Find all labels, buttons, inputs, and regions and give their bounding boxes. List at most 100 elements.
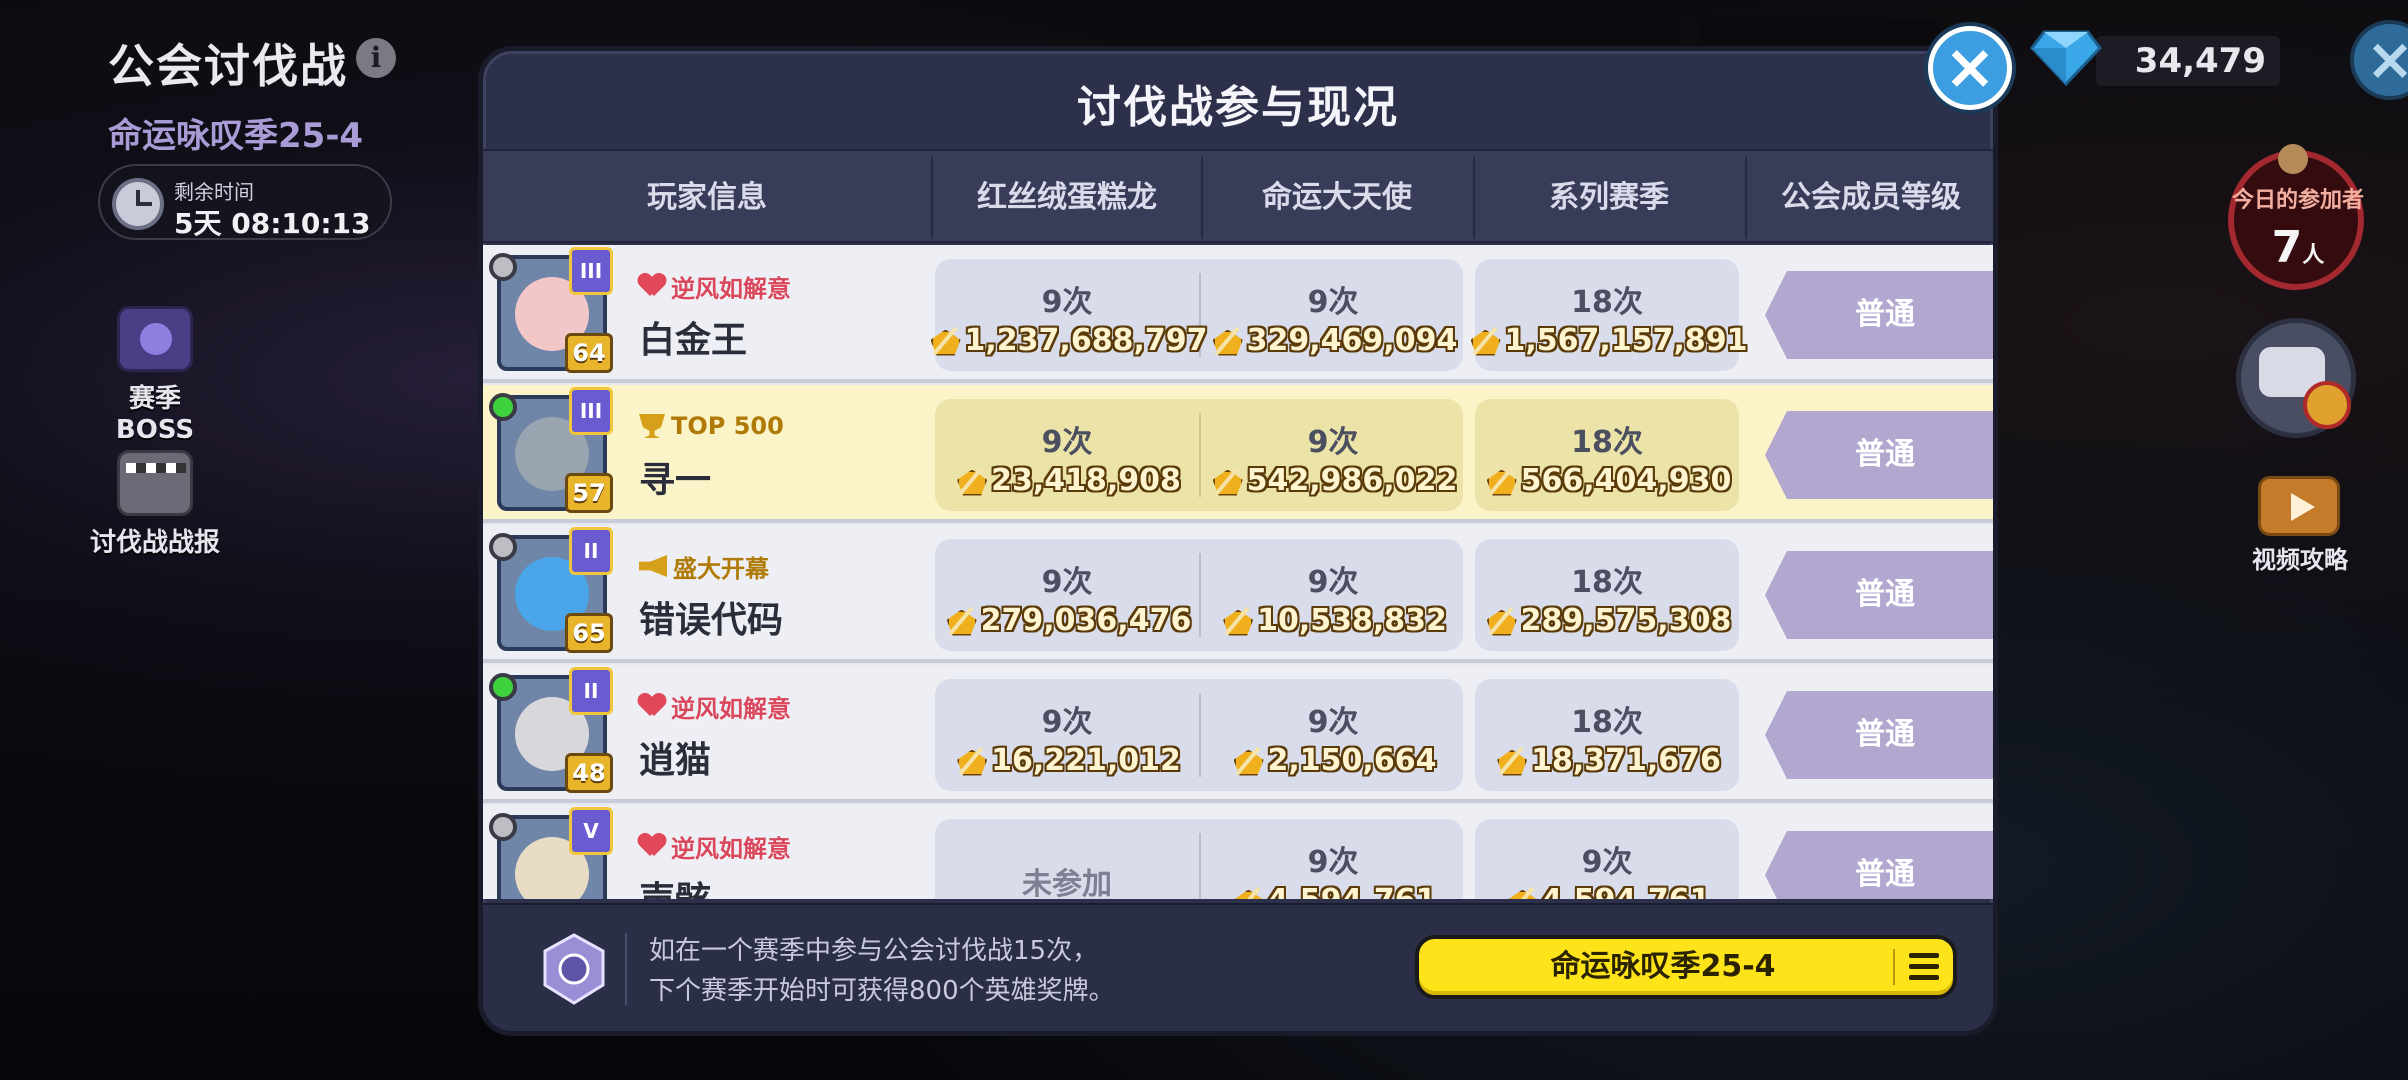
season-select-button[interactable]: 命运咏叹季25-4: [1415, 935, 1957, 999]
level-badge: 65: [565, 613, 613, 653]
member-grade-label: 普通: [1855, 857, 1915, 892]
player-name: 逍猫: [639, 740, 712, 781]
boss-1-stat: 9次 16,221,012: [935, 679, 1199, 791]
attempt-count: 18次: [1571, 285, 1643, 320]
table-row[interactable]: V 逆风如解意 声骸 未参加 9次 4,594,761 9次 4,594,761…: [483, 805, 1993, 899]
table-row[interactable]: III 64 逆风如解意 白金王 9次 1,237,688,797 9次 329…: [483, 245, 1993, 383]
attempt-count: 9次: [1307, 565, 1359, 600]
damage-icon: [1230, 744, 1264, 778]
today-participants-label: 今日的参加者: [2231, 188, 2364, 213]
player-name: 寻一: [639, 460, 712, 501]
panel-footer: 如在一个赛季中参与公会讨伐战15次， 下个赛季开始时可获得800个英雄奖牌。 命…: [483, 903, 1993, 1031]
season-button-divider: [1893, 949, 1895, 985]
boss-1-stat: 未参加: [935, 819, 1199, 899]
damage-value: 2,150,664: [1201, 743, 1465, 778]
member-grade-tag[interactable]: 普通: [1765, 691, 1993, 779]
horn-icon: [639, 555, 667, 577]
season-boss-label: 赛季BOSS: [115, 384, 195, 445]
boss-2-stat: 9次 2,150,664: [1201, 679, 1465, 791]
member-grade-tag[interactable]: 普通: [1765, 411, 1993, 499]
player-name: 白金王: [639, 320, 748, 361]
heart-icon: [639, 274, 665, 298]
damage-value: 1,237,688,797: [935, 323, 1208, 358]
online-status-dot: [489, 533, 517, 561]
attempt-count: 18次: [1571, 565, 1643, 600]
player-title-tag: 逆风如解意: [639, 691, 791, 723]
boss-2-stat: 9次 10,538,832: [1201, 539, 1465, 651]
online-status-dot: [489, 673, 517, 701]
damage-icon: [1467, 324, 1501, 358]
attempt-count: 9次: [1307, 425, 1359, 460]
menu-icon: [1909, 953, 1939, 981]
member-grade-label: 普通: [1855, 437, 1915, 472]
player-title-tag: 逆风如解意: [639, 271, 791, 303]
table-row[interactable]: II 48 逆风如解意 逍猫 9次 16,221,012 9次 2,150,66…: [483, 665, 1993, 803]
boss-icon: [117, 306, 193, 372]
member-grade-label: 普通: [1855, 297, 1915, 332]
damage-value: 18,371,676: [1475, 743, 1739, 778]
member-grade-label: 普通: [1855, 577, 1915, 612]
damage-value: 4,594,761: [1201, 883, 1465, 899]
damage-icon: [1483, 604, 1517, 638]
attempt-count: 9次: [1041, 705, 1093, 740]
participation-panel: 讨伐战参与现况 玩家信息 红丝绒蛋糕龙 命运大天使 系列赛季 公会成员等级 II…: [478, 46, 1998, 1036]
table-row[interactable]: III 57 TOP 500 寻一 9次 23,418,908 9次 542,9…: [483, 385, 1993, 523]
rank-badge: II: [569, 527, 613, 575]
rank-badge: III: [569, 387, 613, 435]
season-stat: 18次 289,575,308: [1475, 539, 1739, 651]
footer-divider: [625, 933, 627, 1005]
boss-1-stat: 9次 279,036,476: [935, 539, 1199, 651]
season-stat: 18次 566,404,930: [1475, 399, 1739, 511]
damage-value: 542,986,022: [1201, 463, 1465, 498]
member-grade-tag[interactable]: 普通: [1765, 271, 1993, 359]
remaining-time-box: 剩余时间 5天 08:10:13: [98, 164, 392, 240]
panel-title: 讨伐战参与现况: [1077, 82, 1399, 133]
damage-icon: [953, 464, 987, 498]
season-stat: 18次 1,567,157,891: [1475, 259, 1748, 371]
close-panel-button[interactable]: ×: [1928, 26, 2012, 110]
member-grade-tag[interactable]: 普通: [1765, 831, 1993, 899]
damage-value: 1,567,157,891: [1475, 323, 1748, 358]
boss-2-stat: 9次 4,594,761: [1201, 819, 1465, 899]
level-badge: 48: [565, 753, 613, 793]
damage-icon: [927, 324, 961, 358]
member-list[interactable]: III 64 逆风如解意 白金王 9次 1,237,688,797 9次 329…: [483, 245, 1993, 899]
online-status-dot: [489, 253, 517, 281]
video-play-icon[interactable]: [2258, 476, 2340, 536]
damage-icon: [1209, 324, 1243, 358]
footer-reward-text: 如在一个赛季中参与公会讨伐战15次， 下个赛季开始时可获得800个英雄奖牌。: [649, 931, 1115, 1011]
col-member-grade: 公会成员等级: [1781, 180, 1961, 215]
level-badge: 57: [565, 473, 613, 513]
season-subtitle: 命运咏叹季25-4: [108, 116, 364, 156]
hero-medal-icon: [543, 933, 605, 1005]
timer-label: 剩余时间: [174, 180, 254, 204]
clapperboard-icon: [117, 450, 193, 516]
season-stat: 9次 4,594,761: [1475, 819, 1739, 899]
damage-value: 23,418,908: [935, 463, 1199, 498]
damage-icon: [1209, 464, 1243, 498]
member-grade-label: 普通: [1855, 717, 1915, 752]
boss-2-stat: 9次 542,986,022: [1201, 399, 1465, 511]
member-grade-tag[interactable]: 普通: [1765, 551, 1993, 639]
col-player-info: 玩家信息: [647, 180, 767, 215]
rank-badge: II: [569, 667, 613, 715]
player-name: 声骸: [639, 871, 711, 899]
gem-count: 34,479: [2096, 36, 2280, 86]
heart-icon: [639, 694, 665, 718]
battle-report-button[interactable]: 讨伐战战报: [90, 450, 220, 559]
damage-icon: [1483, 464, 1517, 498]
info-icon[interactable]: i: [356, 38, 396, 78]
battle-report-label: 讨伐战战报: [90, 528, 221, 558]
chat-button[interactable]: [2236, 318, 2356, 438]
rank-badge: V: [569, 807, 613, 855]
damage-icon: [1504, 884, 1538, 900]
attempt-count: 9次: [1307, 705, 1359, 740]
table-row[interactable]: II 65 盛大开幕 错误代码 9次 279,036,476 9次 10,538…: [483, 525, 1993, 663]
season-boss-button[interactable]: 赛季BOSS: [90, 306, 220, 445]
boss-1-stat: 9次 1,237,688,797: [935, 259, 1208, 371]
player-name: 错误代码: [639, 600, 784, 641]
attempt-count: 9次: [1041, 425, 1093, 460]
damage-value: 566,404,930: [1475, 463, 1739, 498]
col-boss-1: 红丝绒蛋糕龙: [977, 180, 1157, 215]
attempt-count: 9次: [1307, 845, 1359, 880]
